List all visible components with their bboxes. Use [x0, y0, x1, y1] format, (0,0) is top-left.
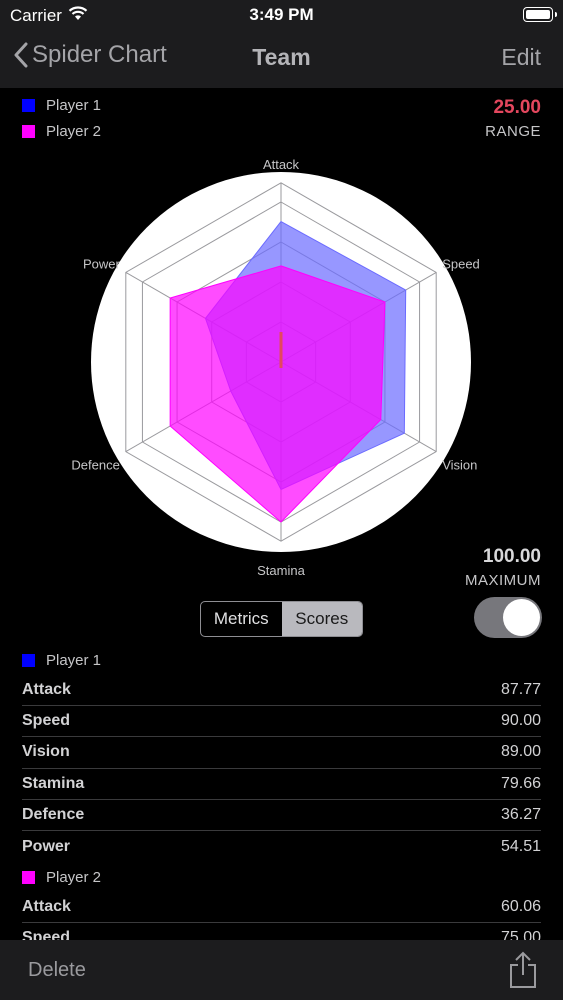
- legend-label: Player 1: [46, 97, 102, 114]
- score-row[interactable]: Defence 36.27: [22, 800, 541, 831]
- delete-button[interactable]: Delete: [28, 959, 86, 982]
- share-icon[interactable]: [509, 951, 537, 994]
- score-row[interactable]: Vision 89.00: [22, 737, 541, 769]
- metric-name: Vision: [22, 743, 70, 761]
- metric-name: Speed: [22, 712, 71, 730]
- scores-list: Player 1 Attack 87.77 Speed 90.00 Vision 89.00…: [0, 645, 563, 955]
- spider-chart: Attack Speed Vision Stamina Defence Power: [71, 157, 480, 578]
- metric-score: 89.00: [500, 743, 541, 761]
- axis-label-speed: Speed: [442, 256, 480, 271]
- segment-metrics[interactable]: Metrics: [201, 602, 282, 636]
- battery-icon: [523, 7, 557, 22]
- metric-score: 60.06: [500, 898, 541, 916]
- range-label: RANGE: [485, 123, 541, 140]
- metric-score: 54.51: [500, 837, 541, 855]
- status-bar: Carrier 3:49 PM: [0, 0, 563, 30]
- metric-score: 79.66: [500, 774, 541, 792]
- legend-swatch: [22, 99, 35, 112]
- axis-label-vision: Vision: [442, 458, 477, 473]
- metric-score: 87.77: [500, 681, 541, 699]
- score-row[interactable]: Attack 87.77: [22, 675, 541, 707]
- view-segmented-control[interactable]: Metrics Scores: [200, 601, 363, 637]
- bottom-toolbar: Delete: [0, 940, 563, 1000]
- page-title: Team: [252, 44, 311, 70]
- metric-name: Power: [22, 837, 71, 855]
- range-value: 25.00: [493, 97, 541, 118]
- edit-button[interactable]: Edit: [501, 44, 541, 71]
- metric-name: Attack: [22, 681, 71, 699]
- axis-label-power: Power: [83, 256, 121, 271]
- metric-score: 90.00: [500, 712, 541, 730]
- legend-item-player-2: Player 2: [22, 123, 101, 140]
- player-group-header: Player 1: [0, 645, 563, 675]
- metric-score: 36.27: [500, 805, 541, 823]
- legend-swatch: [22, 125, 35, 138]
- status-time: 3:49 PM: [249, 5, 314, 24]
- score-row[interactable]: Power 54.51: [22, 831, 541, 862]
- score-row[interactable]: Stamina 79.66: [22, 769, 541, 800]
- legend-label: Player 2: [46, 123, 102, 140]
- segment-scores[interactable]: Scores: [281, 602, 362, 636]
- axis-label-defence: Defence: [71, 458, 119, 473]
- metric-name: Stamina: [22, 774, 85, 792]
- player-name: Player 2: [46, 868, 102, 886]
- player-swatch: [22, 870, 35, 884]
- navigation-bar: Spider Chart Team Edit: [0, 30, 563, 88]
- axis-label-attack: Attack: [263, 157, 300, 172]
- score-row[interactable]: Speed 90.00: [22, 706, 541, 738]
- toggle-knob: [503, 599, 540, 636]
- axis-label-stamina: Stamina: [257, 563, 305, 578]
- metric-name: Attack: [22, 898, 71, 916]
- player-group-header: Player 2: [0, 862, 563, 892]
- player-swatch: [22, 653, 35, 667]
- maximum-toggle[interactable]: [474, 597, 542, 638]
- player-name: Player 1: [46, 651, 102, 669]
- legend-item-player-1: Player 1: [22, 97, 101, 114]
- metric-name: Defence: [22, 805, 85, 823]
- score-row[interactable]: Attack 60.06: [22, 892, 541, 924]
